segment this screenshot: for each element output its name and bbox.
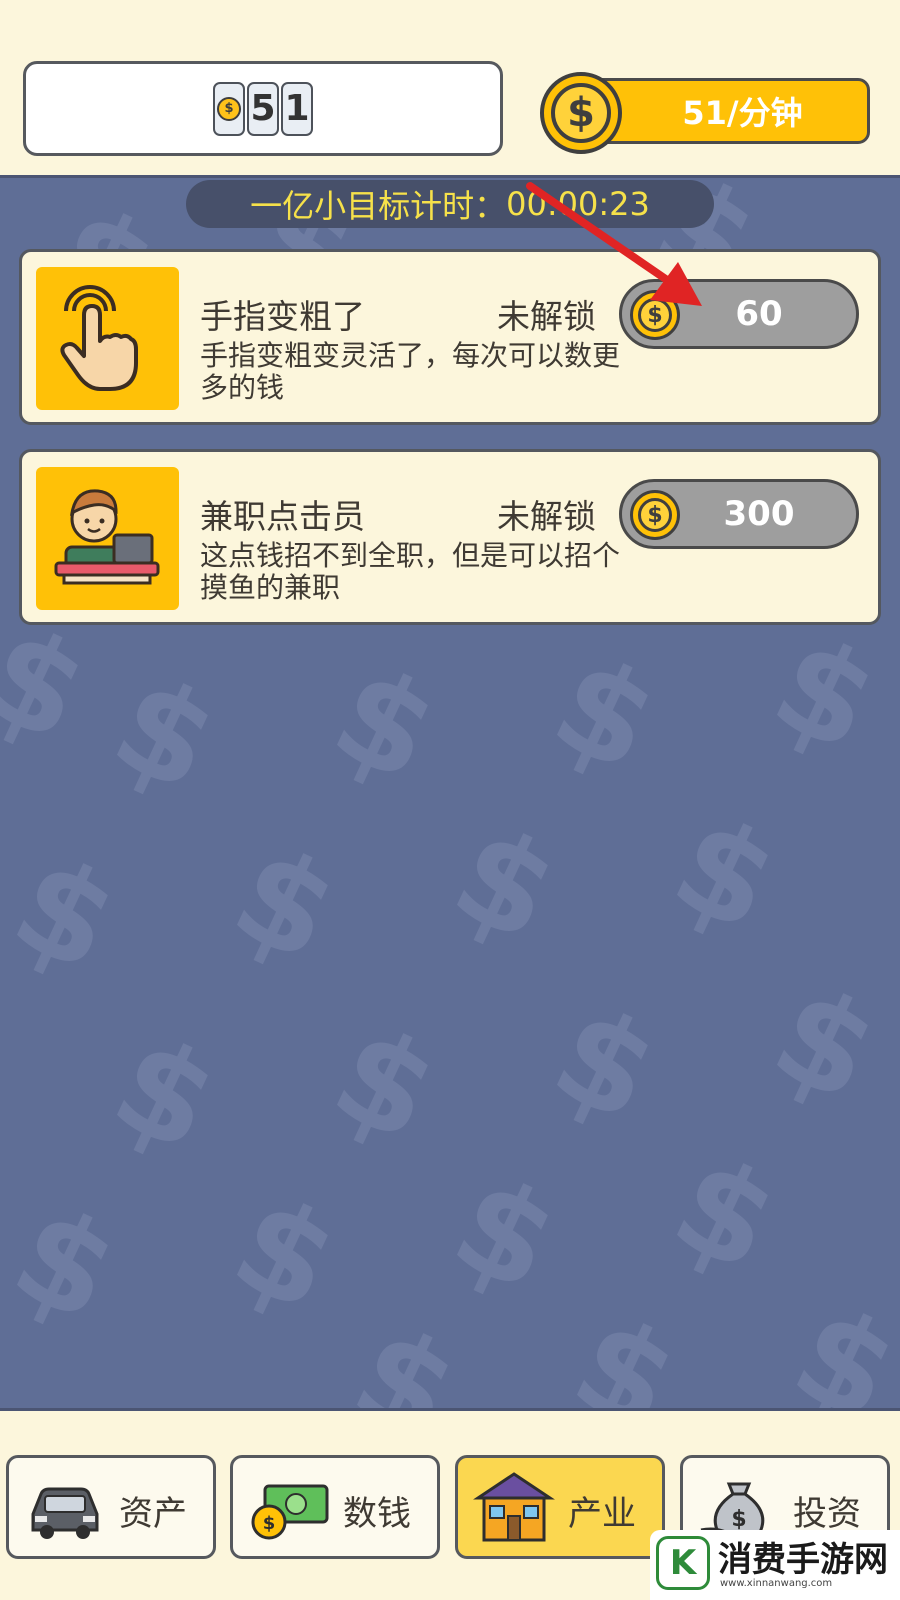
coin-digit: 5 bbox=[247, 81, 279, 136]
upgrade-card: 手指变粗了 未解锁 手指变粗变灵活了，每次可以数更多的钱 $ 60 bbox=[19, 249, 881, 425]
dollar-pattern-icon: $ bbox=[652, 1126, 799, 1302]
timer-label: 一亿小目标计时： bbox=[250, 187, 507, 225]
dollar-pattern-icon: $ bbox=[432, 796, 579, 972]
nav-industry-button[interactable]: 产业 bbox=[455, 1455, 665, 1559]
dollar-pattern-icon: $ bbox=[212, 816, 359, 992]
dollar-pattern-icon: $ bbox=[532, 976, 679, 1152]
dollar-pattern-icon: $ bbox=[652, 786, 799, 962]
coin-icon: $ bbox=[630, 290, 680, 340]
dollar-pattern-icon: $ bbox=[92, 1006, 239, 1182]
tapping-finger-icon bbox=[36, 267, 179, 410]
nav-count-money-button[interactable]: $ 数钱 bbox=[230, 1455, 440, 1559]
buy-upgrade-button[interactable]: $ 60 bbox=[619, 279, 859, 349]
site-watermark: K 消费手游网 www.xinnanwang.com bbox=[650, 1530, 900, 1600]
goal-timer: 一亿小目标计时： 00:00:23 bbox=[186, 180, 714, 228]
cash-icon: $ bbox=[251, 1484, 329, 1540]
dollar-pattern-icon: $ bbox=[0, 1176, 139, 1352]
nav-label: 数钱 bbox=[343, 1494, 411, 1534]
upgrade-description: 手指变粗变灵活了，每次可以数更多的钱 bbox=[200, 339, 621, 404]
coin-counter: $ 5 1 bbox=[23, 61, 503, 156]
price-label: 300 bbox=[723, 494, 795, 534]
dollar-pattern-icon: $ bbox=[752, 606, 899, 782]
coin-icon: $ bbox=[630, 490, 680, 540]
nav-label: 资产 bbox=[119, 1494, 187, 1534]
lock-status: 未解锁 bbox=[497, 497, 596, 536]
dollar-pattern-icon: $ bbox=[532, 626, 679, 802]
dollar-coin-icon: $ bbox=[540, 72, 622, 154]
car-icon bbox=[31, 1487, 99, 1539]
house-icon bbox=[473, 1472, 555, 1542]
svg-text:$: $ bbox=[731, 1507, 746, 1532]
price-label: 60 bbox=[735, 294, 783, 334]
dollar-pattern-icon: $ bbox=[752, 956, 899, 1132]
watermark-logo-icon: K bbox=[656, 1536, 710, 1590]
svg-text:$: $ bbox=[263, 1513, 276, 1534]
coin-icon: $ bbox=[217, 96, 241, 121]
upgrade-title: 手指变粗了 bbox=[200, 297, 365, 336]
dollar-pattern-icon: $ bbox=[0, 826, 139, 1002]
dollar-pattern-icon: $ bbox=[212, 1166, 359, 1342]
dollar-pattern-icon: $ bbox=[552, 1286, 699, 1408]
dollar-pattern-icon: $ bbox=[432, 1146, 579, 1322]
upgrade-description: 这点钱招不到全职，但是可以招个摸鱼的兼职 bbox=[200, 539, 621, 604]
watermark-url: www.xinnanwang.com bbox=[720, 1578, 833, 1589]
timer-value: 00:00:23 bbox=[506, 185, 650, 223]
nav-label: 投资 bbox=[793, 1494, 861, 1534]
lock-status: 未解锁 bbox=[497, 297, 596, 336]
dollar-pattern-icon: $ bbox=[312, 996, 459, 1172]
nav-assets-button[interactable]: 资产 bbox=[6, 1455, 216, 1559]
office-worker-icon bbox=[36, 467, 179, 610]
dollar-pattern-icon: $ bbox=[332, 1296, 479, 1408]
dollar-pattern-icon: $ bbox=[772, 1276, 900, 1408]
upgrade-card: 兼职点击员 未解锁 这点钱招不到全职，但是可以招个摸鱼的兼职 $ 300 bbox=[19, 449, 881, 625]
coin-counter-icon-tile: $ bbox=[213, 81, 245, 136]
watermark-text: 消费手游网 bbox=[718, 1540, 888, 1580]
coin-digit: 1 bbox=[281, 81, 313, 136]
nav-label: 产业 bbox=[568, 1494, 636, 1534]
top-bar: $ 5 1 51/分钟 $ bbox=[0, 0, 900, 178]
upgrade-title: 兼职点击员 bbox=[200, 497, 365, 536]
dollar-pattern-icon: $ bbox=[92, 646, 239, 822]
dollar-pattern-icon: $ bbox=[312, 636, 459, 812]
buy-upgrade-button[interactable]: $ 300 bbox=[619, 479, 859, 549]
